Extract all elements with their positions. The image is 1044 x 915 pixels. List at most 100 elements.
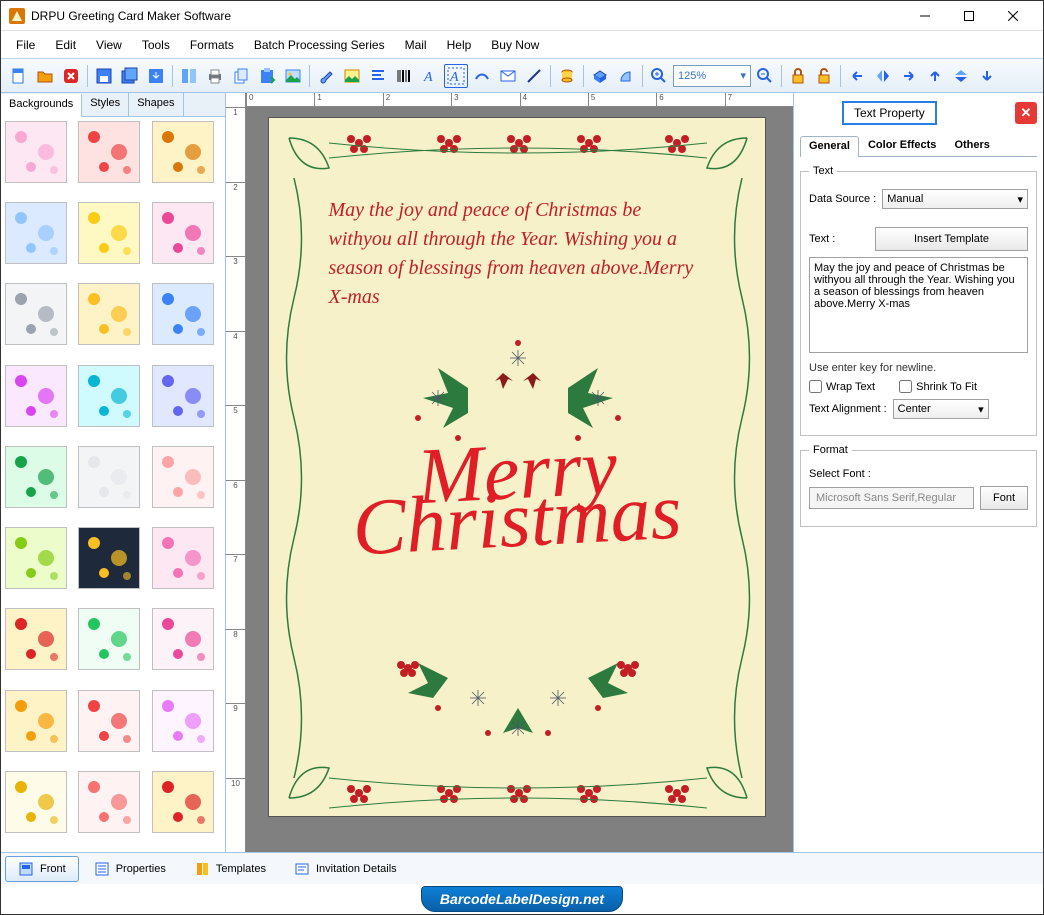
- paste-icon[interactable]: [255, 64, 279, 88]
- cylinder-icon[interactable]: [555, 64, 579, 88]
- cursive-icon[interactable]: [470, 64, 494, 88]
- text-a-icon[interactable]: A: [418, 64, 442, 88]
- shape-icon[interactable]: [614, 64, 638, 88]
- zoom-select[interactable]: 125% ▾: [673, 65, 751, 87]
- brush-icon[interactable]: [314, 64, 338, 88]
- btab-templates[interactable]: Templates: [181, 856, 279, 882]
- wrap-text-checkbox[interactable]: Wrap Text: [809, 380, 875, 393]
- thumbnail-grid[interactable]: [1, 117, 225, 852]
- copy-icon[interactable]: [229, 64, 253, 88]
- close-button[interactable]: [991, 1, 1035, 31]
- image-icon[interactable]: [281, 64, 305, 88]
- tab-shapes[interactable]: Shapes: [129, 93, 183, 116]
- zoom-out-icon[interactable]: [753, 64, 777, 88]
- background-thumb[interactable]: [5, 608, 67, 670]
- select-font-label: Select Font :: [809, 468, 871, 480]
- line-icon[interactable]: [522, 64, 546, 88]
- open-icon[interactable]: [33, 64, 57, 88]
- arrow-down-icon[interactable]: [975, 64, 999, 88]
- btab-properties[interactable]: Properties: [81, 856, 179, 882]
- menu-batch[interactable]: Batch Processing Series: [244, 34, 395, 56]
- background-thumb[interactable]: [152, 283, 214, 345]
- barcode-icon[interactable]: [392, 64, 416, 88]
- font-button[interactable]: Font: [980, 486, 1028, 510]
- background-thumb[interactable]: [5, 121, 67, 183]
- panel-close-button[interactable]: ✕: [1015, 102, 1037, 124]
- menu-help[interactable]: Help: [437, 34, 482, 56]
- save-icon[interactable]: [92, 64, 116, 88]
- saveall-icon[interactable]: [118, 64, 142, 88]
- unlock-icon[interactable]: [812, 64, 836, 88]
- btab-front[interactable]: Front: [5, 856, 79, 882]
- background-thumb[interactable]: [152, 690, 214, 752]
- background-thumb[interactable]: [5, 446, 67, 508]
- tab-backgrounds[interactable]: Backgrounds: [1, 94, 82, 117]
- background-thumb[interactable]: [78, 202, 140, 264]
- background-thumb[interactable]: [152, 202, 214, 264]
- alignment-select[interactable]: Center▾: [893, 399, 989, 419]
- menu-tools[interactable]: Tools: [132, 34, 180, 56]
- align-icon[interactable]: [366, 64, 390, 88]
- background-thumb[interactable]: [5, 283, 67, 345]
- chevron-down-icon: ▾: [740, 69, 746, 82]
- background-thumb[interactable]: [5, 690, 67, 752]
- background-thumb[interactable]: [152, 771, 214, 833]
- mail-icon[interactable]: [496, 64, 520, 88]
- printer-icon[interactable]: [203, 64, 227, 88]
- template-icon[interactable]: [177, 64, 201, 88]
- background-thumb[interactable]: [5, 202, 67, 264]
- background-thumb[interactable]: [152, 608, 214, 670]
- arrow-right-icon[interactable]: [897, 64, 921, 88]
- background-thumb[interactable]: [78, 771, 140, 833]
- canvas-area: 12345678910 01234567: [226, 93, 793, 852]
- menu-view[interactable]: View: [86, 34, 132, 56]
- background-thumb[interactable]: [5, 527, 67, 589]
- greeting-card[interactable]: May the joy and peace of Christmas be wi…: [268, 117, 766, 817]
- background-thumb[interactable]: [78, 365, 140, 427]
- picture-icon[interactable]: [340, 64, 364, 88]
- card-message[interactable]: May the joy and peace of Christmas be wi…: [329, 196, 705, 312]
- shrink-checkbox[interactable]: Shrink To Fit: [899, 380, 977, 393]
- background-thumb[interactable]: [78, 446, 140, 508]
- flip-v-icon[interactable]: [949, 64, 973, 88]
- menu-edit[interactable]: Edit: [45, 34, 86, 56]
- arrow-up-icon[interactable]: [923, 64, 947, 88]
- text-input[interactable]: [809, 257, 1028, 353]
- background-thumb[interactable]: [78, 121, 140, 183]
- delete-icon[interactable]: [59, 64, 83, 88]
- btab-invitation[interactable]: Invitation Details: [281, 856, 410, 882]
- menu-mail[interactable]: Mail: [395, 34, 437, 56]
- background-thumb[interactable]: [5, 365, 67, 427]
- tab-general[interactable]: General: [800, 136, 859, 157]
- background-thumb[interactable]: [78, 690, 140, 752]
- new-icon[interactable]: [7, 64, 31, 88]
- data-source-select[interactable]: Manual▾: [882, 189, 1028, 209]
- export-icon[interactable]: [144, 64, 168, 88]
- text-sel-icon[interactable]: A: [444, 64, 468, 88]
- tab-styles[interactable]: Styles: [82, 93, 129, 116]
- background-thumb[interactable]: [152, 121, 214, 183]
- background-thumb[interactable]: [78, 283, 140, 345]
- vertical-ruler: 12345678910: [226, 93, 246, 852]
- background-thumb[interactable]: [78, 527, 140, 589]
- zoom-value: 125%: [678, 70, 706, 82]
- menu-formats[interactable]: Formats: [180, 34, 244, 56]
- menu-buynow[interactable]: Buy Now: [481, 34, 549, 56]
- maximize-button[interactable]: [947, 1, 991, 31]
- zoom-in-icon[interactable]: [647, 64, 671, 88]
- background-thumb[interactable]: [152, 527, 214, 589]
- background-thumb[interactable]: [152, 365, 214, 427]
- background-thumb[interactable]: [5, 771, 67, 833]
- arrow-left-icon[interactable]: [845, 64, 869, 88]
- flip-h-icon[interactable]: [871, 64, 895, 88]
- insert-template-button[interactable]: Insert Template: [875, 227, 1028, 251]
- shape3d-icon[interactable]: [588, 64, 612, 88]
- minimize-button[interactable]: [903, 1, 947, 31]
- tab-others[interactable]: Others: [945, 135, 998, 156]
- canvas-viewport[interactable]: May the joy and peace of Christmas be wi…: [246, 107, 793, 852]
- tab-color-effects[interactable]: Color Effects: [859, 135, 945, 156]
- menu-file[interactable]: File: [6, 34, 45, 56]
- background-thumb[interactable]: [152, 446, 214, 508]
- background-thumb[interactable]: [78, 608, 140, 670]
- lock-icon[interactable]: [786, 64, 810, 88]
